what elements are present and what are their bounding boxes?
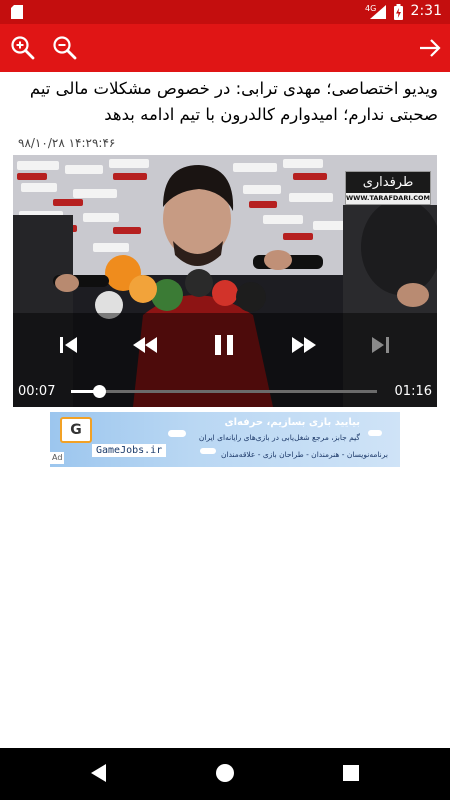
seek-bar[interactable] xyxy=(71,385,377,398)
skip-next-icon[interactable] xyxy=(370,334,392,356)
ad-cloud-decoration xyxy=(368,430,382,436)
watermark-title: طرفداری xyxy=(346,172,430,193)
article-date: ۹۸/۱۰/۲۸ ۱۴:۲۹:۴۶ xyxy=(18,136,116,150)
ad-subtitle: گیم جابز، مرجع شغل‌یابی در بازی‌های رایا… xyxy=(198,433,360,442)
ad-banner[interactable]: G GameJobs.ir بیایید بازی بسازیم، حرفه‌ا… xyxy=(50,412,400,467)
pause-icon[interactable] xyxy=(211,332,237,358)
status-bar: 4G 2:31 xyxy=(0,0,450,24)
rewind-icon[interactable] xyxy=(131,334,159,356)
back-triangle-icon[interactable] xyxy=(88,762,108,784)
recents-square-icon[interactable] xyxy=(342,762,360,784)
ad-logo: G xyxy=(60,417,92,443)
zoom-in-icon[interactable] xyxy=(9,34,37,62)
system-nav-bar xyxy=(0,748,450,800)
status-clock: 2:31 xyxy=(410,3,442,19)
watermark-url: WWW.TARAFDARI.COM xyxy=(346,194,430,202)
skip-previous-icon[interactable] xyxy=(57,334,79,356)
ad-roles: برنامه‌نویسان - هنرمندان - طراحان بازی -… xyxy=(221,450,388,459)
fast-forward-icon[interactable] xyxy=(290,334,318,356)
channel-watermark: طرفداری WWW.TARAFDARI.COM xyxy=(345,171,431,205)
zoom-out-icon[interactable] xyxy=(51,34,79,62)
ad-site-label: GameJobs.ir xyxy=(92,444,167,457)
video-player[interactable]: طرفداری WWW.TARAFDARI.COM 00:07 01:16 xyxy=(13,155,437,407)
ad-heading: بیایید بازی بسازیم، حرفه‌ای xyxy=(224,417,360,428)
ad-cloud-decoration xyxy=(200,448,216,454)
sd-card-icon xyxy=(11,5,23,19)
app-toolbar xyxy=(0,24,450,72)
arrow-forward-icon[interactable] xyxy=(416,34,444,62)
total-time: 01:16 xyxy=(394,384,432,399)
home-circle-icon[interactable] xyxy=(214,762,236,784)
signal-icon xyxy=(370,5,386,19)
battery-charging-icon xyxy=(394,4,403,20)
ad-badge: Ad xyxy=(50,452,65,464)
ad-cloud-decoration xyxy=(168,430,186,437)
article-title: ویدیو اختصاصی؛ مهدی ترابی: در خصوص مشکلا… xyxy=(29,79,438,124)
current-time: 00:07 xyxy=(18,384,56,399)
